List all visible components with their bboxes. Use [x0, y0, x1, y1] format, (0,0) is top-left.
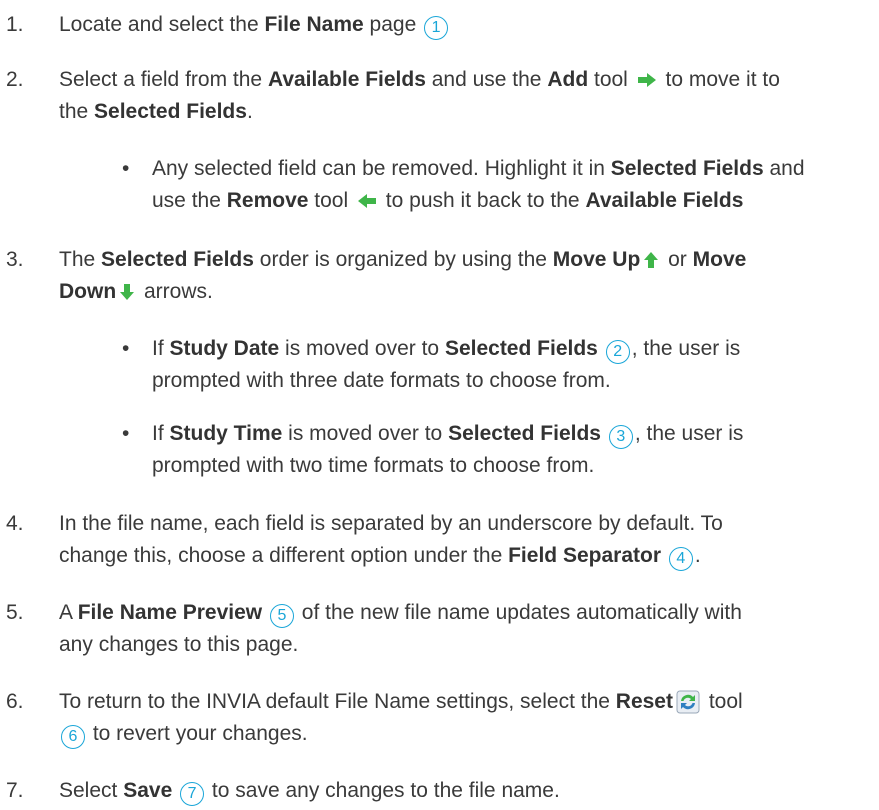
text: order is organized by using the [253, 248, 553, 271]
reset-label: Reset [615, 690, 673, 713]
selected-fields-label: Selected Fields [101, 248, 254, 271]
arrow-up-icon [644, 252, 659, 269]
file-name-label: File Name [264, 13, 364, 36]
available-fields-label: Available Fields [585, 189, 744, 212]
arrow-right-icon [637, 73, 656, 88]
study-time-label: Study Time [169, 422, 283, 445]
bullet: • [122, 337, 130, 360]
text: tool [588, 68, 634, 91]
text: to move it to [659, 68, 780, 91]
text: In the file name, each field is separate… [59, 512, 723, 535]
step-text: Select Save 7 to save any changes to the… [59, 775, 869, 807]
selected-fields-label: Selected Fields [448, 422, 601, 445]
available-fields-label: Available Fields [267, 68, 426, 91]
move-up-label: Move Up [552, 248, 641, 271]
text: , the user is [634, 422, 744, 445]
step-text: Locate and select the File Name page 1 [59, 9, 869, 41]
step-text: To return to the INVIA default File Name… [59, 686, 869, 750]
study-date-label: Study Date [169, 337, 280, 360]
step-text: Select a field from the Available Fields… [59, 64, 869, 128]
step-number: 1. [6, 13, 24, 36]
text: To return to the INVIA default File Name… [59, 690, 616, 713]
step-number: 5. [6, 601, 24, 624]
step-number: 2. [6, 68, 24, 91]
bullet-text: If Study Time is moved over to Selected … [152, 418, 869, 482]
text: to save any changes to the file name. [206, 779, 560, 802]
text: page [363, 13, 423, 36]
text: of the new file name updates automatical… [295, 601, 742, 624]
arrow-left-icon [357, 194, 376, 209]
step-number: 4. [6, 512, 24, 535]
add-label: Add [547, 68, 589, 91]
selected-fields-label: Selected Fields [94, 100, 247, 123]
arrow-down-icon [120, 284, 135, 301]
callout-3: 3 [608, 425, 633, 449]
text: Select [59, 779, 124, 802]
text: A [59, 601, 78, 624]
step-number: 7. [6, 779, 24, 802]
text: and [763, 157, 805, 180]
step-text: The Selected Fields order is organized b… [59, 244, 869, 308]
text: prompted with two time formats to choose… [152, 454, 595, 477]
text: is moved over to [282, 422, 449, 445]
file-name-preview-label: File Name Preview [77, 601, 263, 624]
bullet-text: Any selected field can be removed. Highl… [152, 153, 869, 217]
step-text: A File Name Preview 5 of the new file na… [59, 597, 869, 661]
text: to push it back to the [379, 189, 586, 212]
text: . [694, 544, 701, 567]
text: If [152, 422, 170, 445]
text: the [59, 100, 95, 123]
callout-2: 2 [605, 340, 630, 364]
text: or [662, 248, 693, 271]
text: tool [702, 690, 743, 713]
text: Locate and select the [59, 13, 265, 36]
text: any changes to this page. [59, 633, 299, 656]
text: to revert your changes. [87, 722, 308, 745]
selected-fields-label: Selected Fields [610, 157, 764, 180]
callout-4: 4 [668, 547, 693, 571]
text: change this, choose a different option u… [59, 544, 509, 567]
text: Any selected field can be removed. Highl… [152, 157, 611, 180]
text: is moved over to [279, 337, 445, 360]
step-number: 6. [6, 690, 24, 713]
text: and use the [425, 68, 548, 91]
callout-6: 6 [61, 725, 85, 749]
reset-icon [676, 690, 700, 714]
remove-label: Remove [226, 189, 309, 212]
text: use the [152, 189, 227, 212]
text: The [59, 248, 102, 271]
field-separator-label: Field Separator [508, 544, 661, 567]
save-label: Save [123, 779, 173, 802]
text: . [246, 100, 253, 123]
step-number: 3. [6, 248, 24, 271]
text: tool [308, 189, 354, 212]
text: If [152, 337, 170, 360]
bullet: • [122, 422, 130, 445]
bullet-text: If Study Date is moved over to Selected … [152, 333, 869, 397]
text: prompted with three date formats to choo… [152, 369, 611, 392]
text: Select a field from the [59, 68, 268, 91]
callout-7: 7 [180, 782, 205, 806]
move-down-label-cont: Down [59, 280, 117, 303]
callout-5: 5 [269, 604, 294, 628]
step-text: In the file name, each field is separate… [59, 508, 869, 572]
callout-1: 1 [424, 16, 449, 40]
move-down-label: Move [692, 248, 747, 271]
bullet: • [122, 157, 130, 180]
selected-fields-label: Selected Fields [444, 337, 598, 360]
text: arrows. [138, 280, 213, 303]
text: , the user is [631, 337, 741, 360]
